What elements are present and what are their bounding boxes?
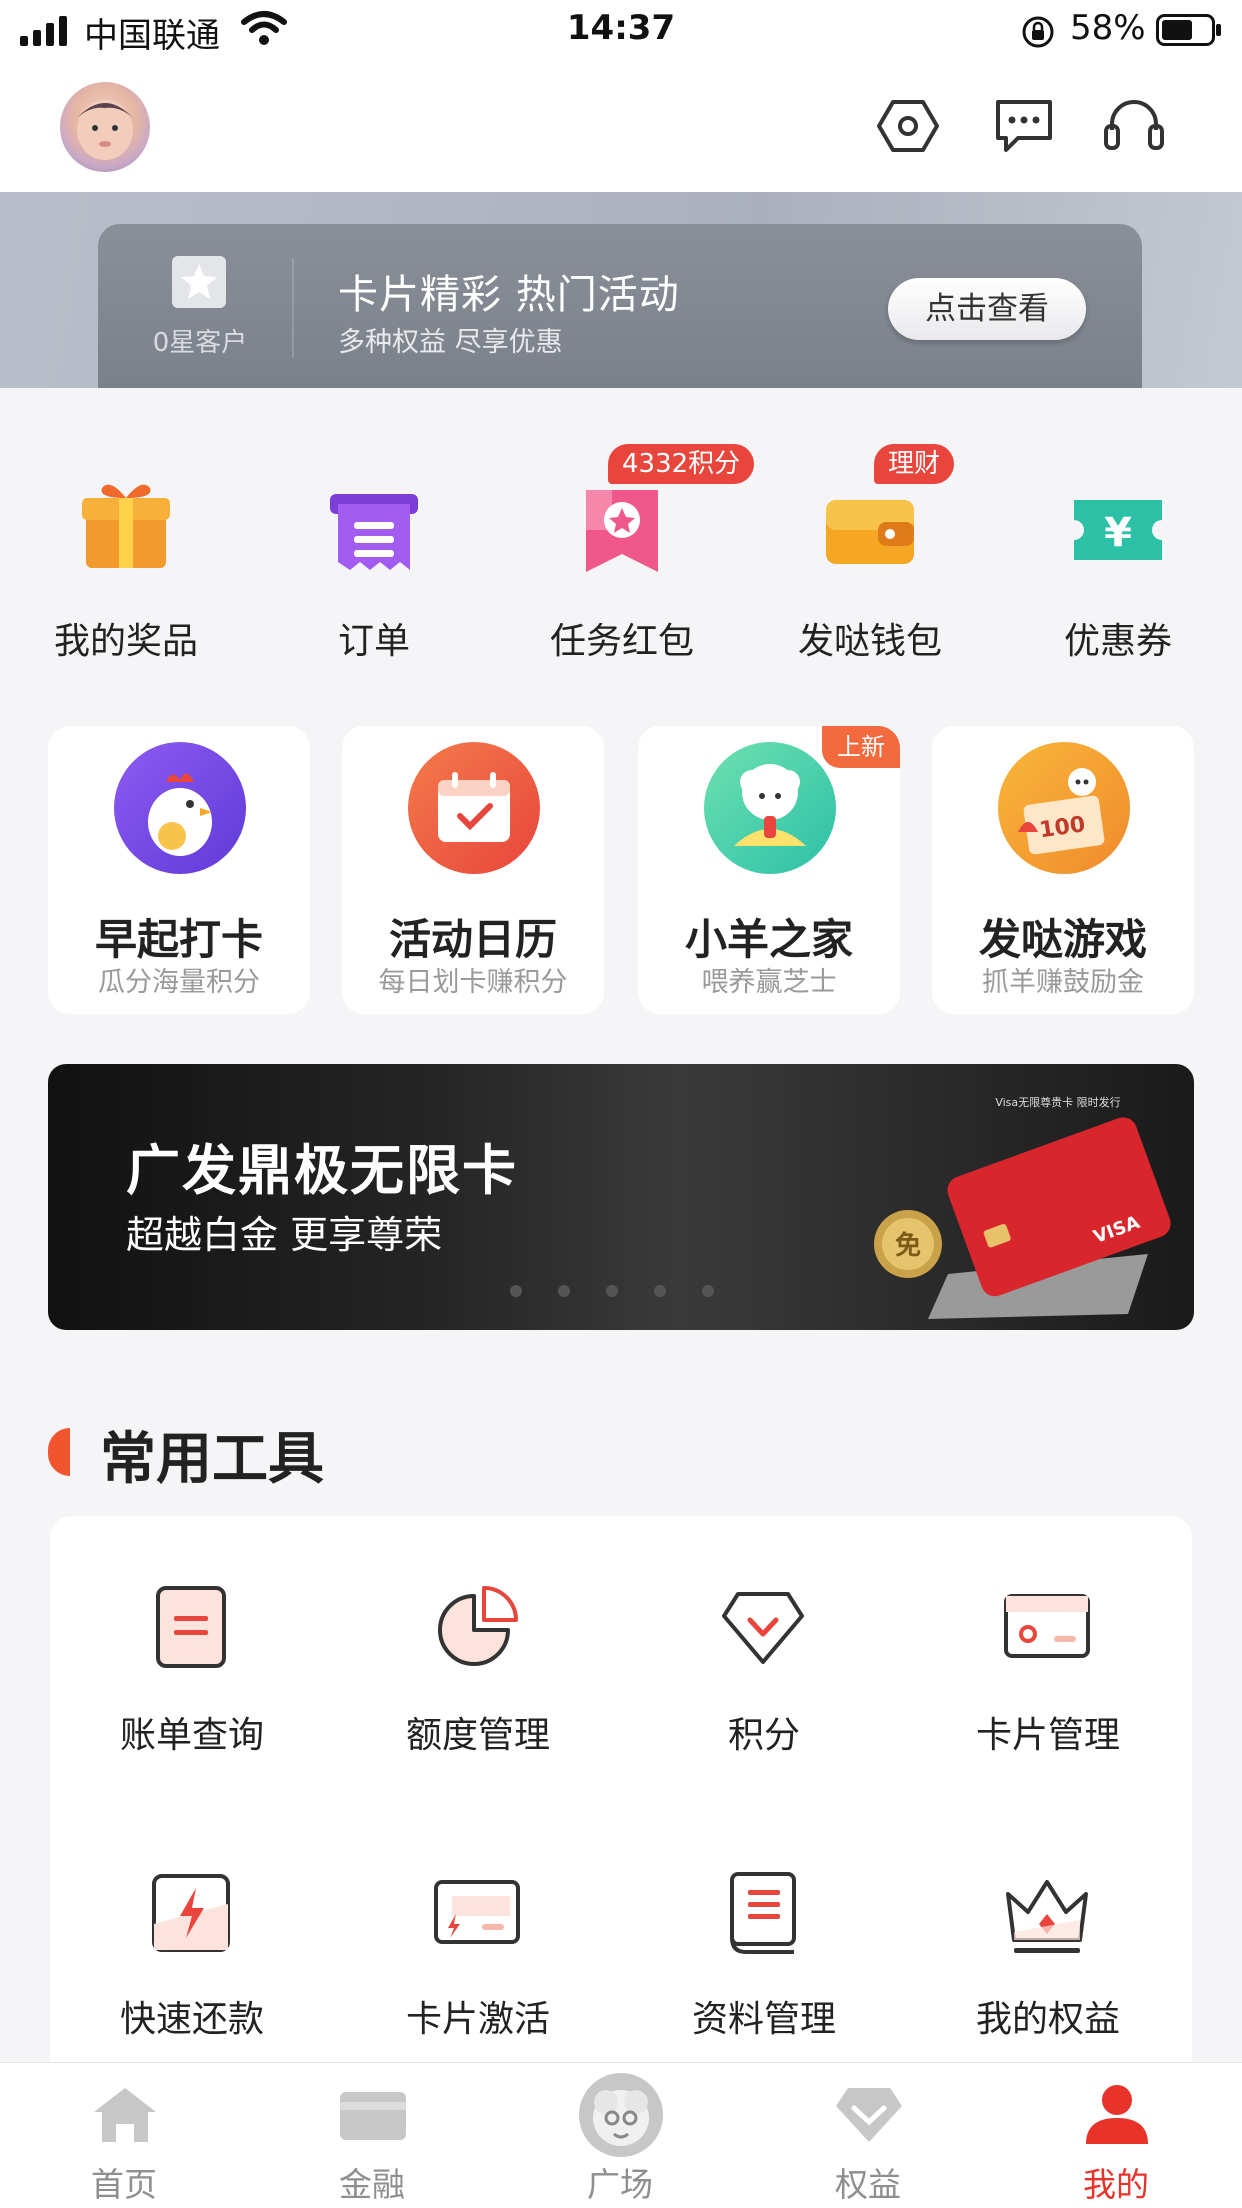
square-avatar-icon[interactable] — [576, 2072, 666, 2158]
crown-icon[interactable] — [1002, 1868, 1092, 1958]
new-tag: 上新 — [822, 726, 900, 768]
wealth-badge: 理财 — [874, 444, 955, 484]
tool-label[interactable]: 积分 — [634, 1706, 894, 1758]
feature-card-subtitle: 每日划卡赚积分 — [378, 967, 568, 998]
carousel-dot — [654, 1285, 666, 1297]
tab-mine[interactable]: 我的 — [1016, 2158, 1216, 2206]
home-icon[interactable] — [88, 2082, 162, 2146]
card-badge-text: 免 — [895, 1230, 921, 1261]
carousel-dot — [510, 1285, 522, 1297]
diamond-icon[interactable] — [718, 1582, 808, 1672]
carousel-dot — [558, 1285, 570, 1297]
banner-subtitle: 超越白金 更享尊荣 — [126, 1213, 443, 1257]
rooster-icon — [114, 742, 246, 874]
settings-icon[interactable] — [876, 96, 940, 156]
customer-service-icon[interactable] — [1102, 96, 1166, 156]
quick-link-label[interactable]: 我的奖品 — [26, 612, 226, 664]
promo-title: 卡片精彩 热门活动 — [338, 272, 680, 318]
message-icon[interactable] — [992, 96, 1056, 156]
order-icon[interactable] — [324, 470, 424, 580]
quick-link-label[interactable]: 订单 — [274, 612, 474, 664]
profile-book-icon[interactable] — [718, 1868, 808, 1958]
tool-label[interactable]: 资料管理 — [634, 1990, 894, 2042]
quick-link-label[interactable]: 优惠券 — [1018, 612, 1218, 664]
points-badge: 4332积分 — [608, 444, 755, 484]
credit-card-banner[interactable]: 广发鼎极无限卡 超越白金 更享尊荣 Visa无限尊贵卡 限时发行 VISA 免 — [48, 1064, 1194, 1330]
tool-label[interactable]: 额度管理 — [348, 1706, 608, 1758]
tool-label[interactable]: 我的权益 — [918, 1990, 1178, 2042]
quick-link-label[interactable]: 任务红包 — [522, 612, 722, 664]
feature-card-sheep-home[interactable]: 上新 小羊之家 喂养赢芝士 — [638, 726, 900, 1014]
star-icon — [172, 256, 226, 308]
pie-chart-icon[interactable] — [432, 1582, 522, 1672]
tab-finance[interactable]: 金融 — [272, 2158, 472, 2206]
feature-card-title: 发哒游戏 — [978, 915, 1147, 964]
bill-icon[interactable] — [146, 1582, 236, 1672]
tab-square[interactable]: 广场 — [520, 2158, 720, 2206]
battery-icon — [1156, 14, 1221, 46]
tab-home[interactable]: 首页 — [24, 2158, 224, 2206]
profile-icon[interactable] — [1080, 2082, 1154, 2146]
tab-benefits[interactable]: 权益 — [768, 2158, 968, 2206]
card-caption: Visa无限尊贵卡 限时发行 — [995, 1095, 1120, 1109]
feature-card-calendar[interactable]: 活动日历 每日划卡赚积分 — [342, 726, 604, 1014]
feature-card-subtitle: 瓜分海量积分 — [98, 967, 260, 998]
tool-label[interactable]: 卡片激活 — [348, 1990, 608, 2042]
rotation-lock-icon — [1022, 16, 1054, 48]
tools-section-title: 常用工具 — [100, 1427, 324, 1492]
card-settings-icon[interactable] — [1002, 1582, 1092, 1672]
card-activate-icon[interactable] — [432, 1868, 522, 1958]
svg-text:¥: ¥ — [1104, 510, 1132, 556]
wallet-icon[interactable] — [820, 470, 920, 580]
tool-label[interactable]: 卡片管理 — [918, 1706, 1178, 1758]
feature-card-subtitle: 喂养赢芝士 — [701, 967, 837, 998]
carousel-indicator — [510, 1282, 750, 1301]
divider — [292, 258, 294, 358]
section-marker — [48, 1428, 70, 1476]
calendar-icon — [408, 742, 540, 874]
game-icon: 100 — [998, 742, 1130, 874]
benefits-icon[interactable] — [832, 2082, 906, 2146]
quick-link-label[interactable]: 发哒钱包 — [770, 612, 970, 664]
credit-card-image-icon: Visa无限尊贵卡 限时发行 VISA 免 — [874, 1095, 1171, 1319]
feature-card-early-checkin[interactable]: 早起打卡 瓜分海量积分 — [48, 726, 310, 1014]
gift-icon[interactable] — [76, 470, 176, 580]
view-details-button[interactable]: 点击查看 — [888, 278, 1086, 340]
tool-label[interactable]: 快速还款 — [62, 1990, 322, 2042]
sheep-icon — [704, 742, 836, 874]
task-redpacket-icon[interactable] — [572, 470, 672, 580]
feature-card-title: 小羊之家 — [684, 915, 853, 964]
avatar[interactable] — [60, 82, 150, 172]
finance-card-icon[interactable] — [336, 2082, 410, 2146]
feature-card-subtitle: 抓羊赚鼓励金 — [982, 967, 1144, 998]
feature-card-game[interactable]: 100 发哒游戏 抓羊赚鼓励金 — [932, 726, 1194, 1014]
avatar-face-icon — [77, 100, 133, 160]
banner-title: 广发鼎极无限卡 — [126, 1139, 518, 1202]
carousel-dot — [606, 1285, 618, 1297]
battery-percent: 58% — [1070, 8, 1146, 48]
coupon-icon[interactable]: ¥ — [1068, 470, 1168, 580]
carousel-dot — [702, 1285, 714, 1297]
fast-repay-icon[interactable] — [146, 1868, 236, 1958]
member-level: 0星客户 — [152, 328, 248, 358]
tool-label[interactable]: 账单查询 — [62, 1706, 322, 1758]
promo-subtitle: 多种权益 尽享优惠 — [338, 327, 563, 358]
feature-card-title: 活动日历 — [388, 915, 557, 964]
feature-card-title: 早起打卡 — [94, 915, 263, 964]
